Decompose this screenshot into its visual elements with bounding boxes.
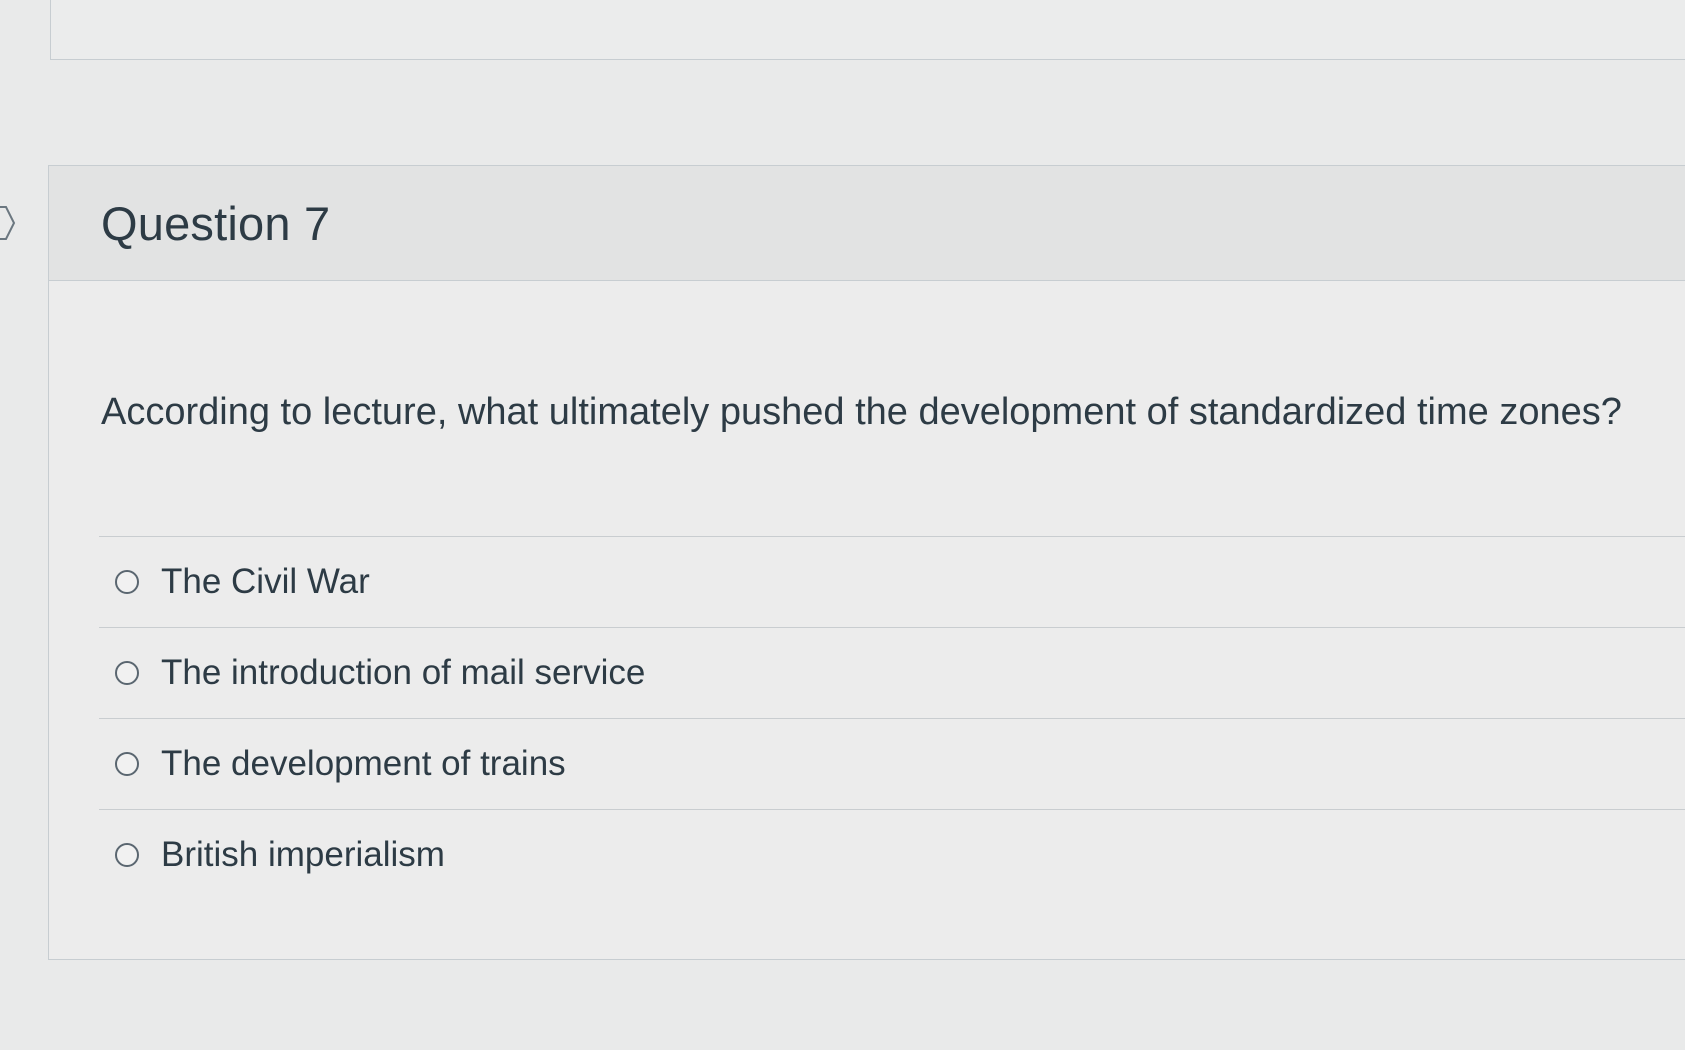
radio-button[interactable] — [115, 661, 139, 685]
answer-label[interactable]: The introduction of mail service — [161, 653, 645, 693]
answer-option[interactable]: The Civil War — [99, 536, 1685, 627]
answer-label[interactable]: The development of trains — [161, 744, 566, 784]
flag-question-icon[interactable] — [0, 205, 22, 241]
question-text: According to lecture, what ultimately pu… — [101, 391, 1622, 433]
radio-button[interactable] — [115, 843, 139, 867]
answer-option[interactable]: British imperialism — [99, 809, 1685, 900]
answer-label[interactable]: British imperialism — [161, 835, 445, 875]
radio-button[interactable] — [115, 570, 139, 594]
answer-label[interactable]: The Civil War — [161, 562, 370, 602]
question-title: Question 7 — [101, 197, 331, 250]
answer-list: The Civil War The introduction of mail s… — [99, 536, 1685, 900]
previous-question-card — [50, 0, 1685, 60]
answer-option[interactable]: The development of trains — [99, 718, 1685, 809]
radio-button[interactable] — [115, 752, 139, 776]
question-header: Question 7 — [49, 166, 1685, 281]
question-card: Question 7 According to lecture, what ul… — [48, 165, 1685, 960]
answer-option[interactable]: The introduction of mail service — [99, 627, 1685, 718]
